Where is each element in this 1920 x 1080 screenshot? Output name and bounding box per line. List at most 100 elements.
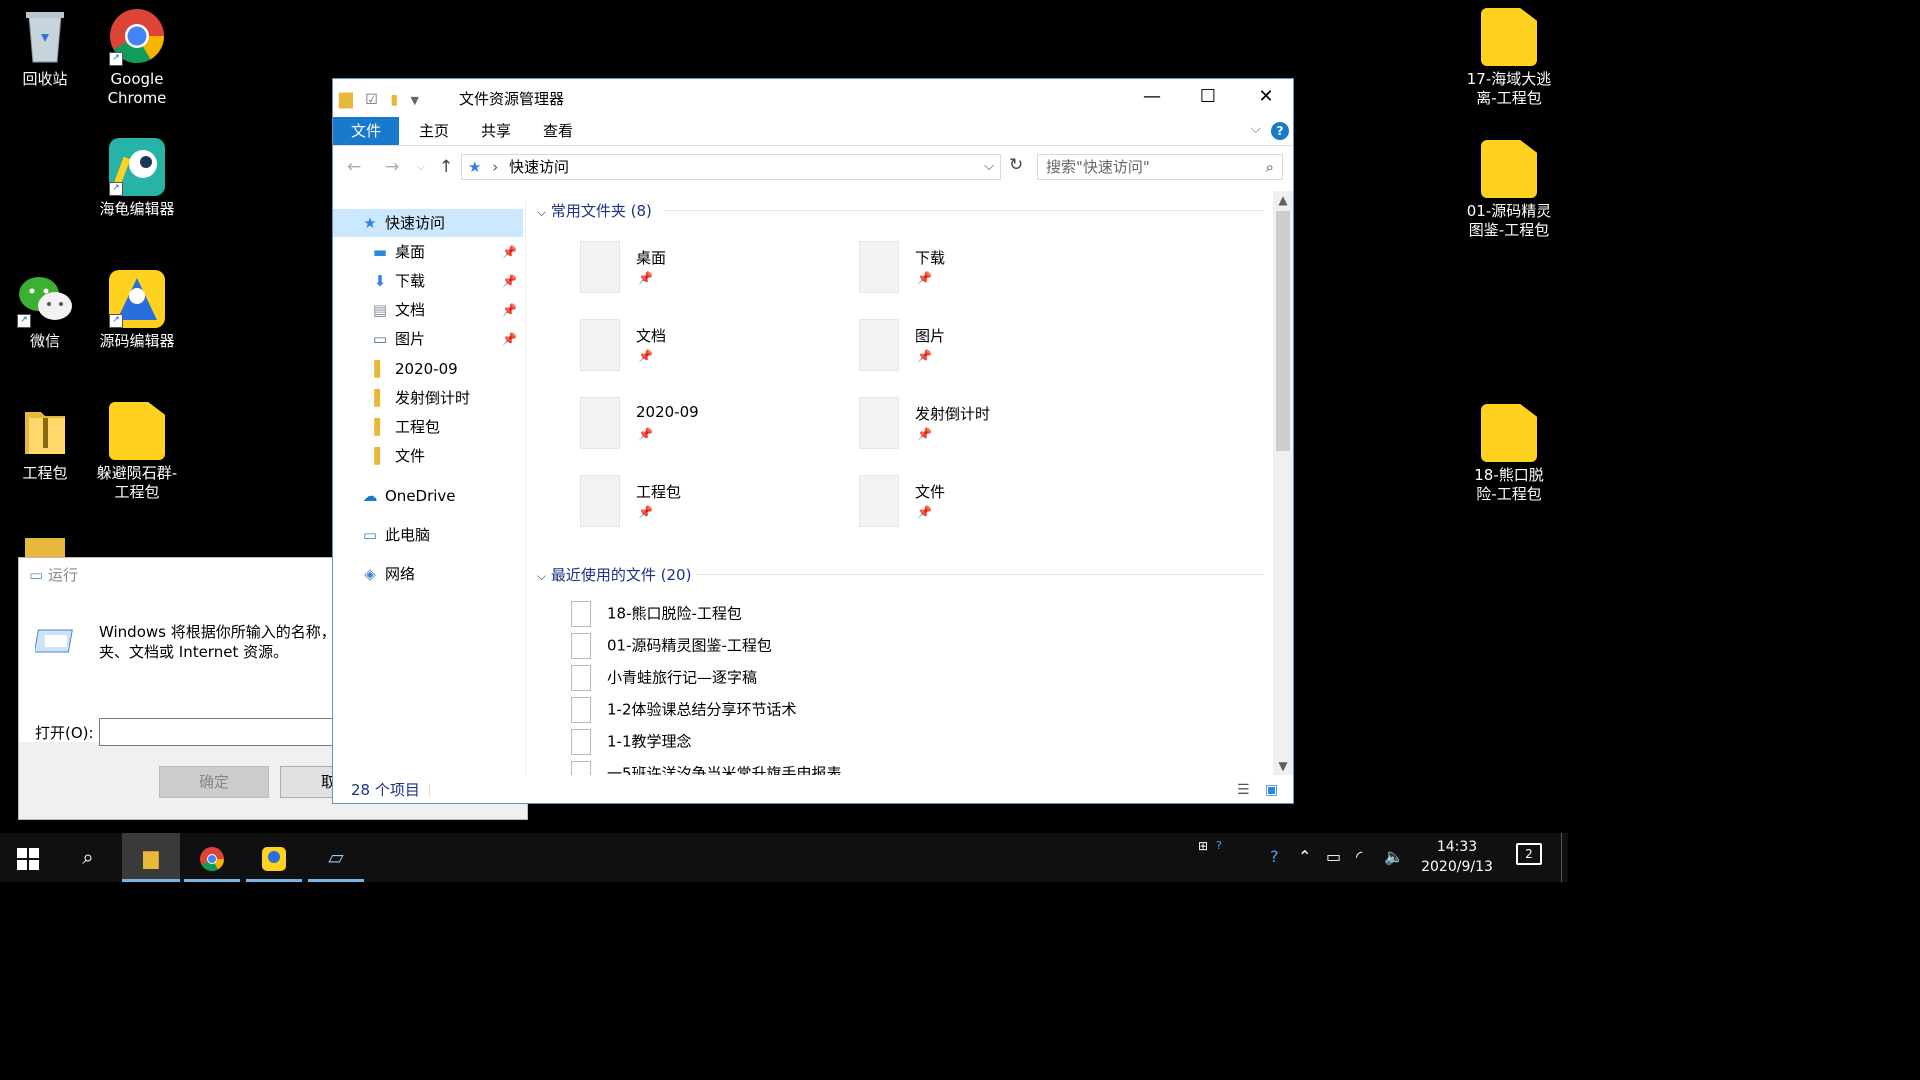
show-hidden-icons-chevron-icon[interactable]: ⌃ <box>1298 847 1311 866</box>
close-button[interactable]: ✕ <box>1237 79 1295 115</box>
taskbar-source-editor[interactable] <box>246 833 302 882</box>
scroll-up-arrow-icon[interactable]: ▲ <box>1273 193 1293 207</box>
nav-item-downloads[interactable]: ⬇ 下载 📌 <box>333 267 523 295</box>
up-arrow-icon[interactable]: ↑ <box>439 157 453 177</box>
nav-item-folder-files[interactable]: ▌ 文件 <box>333 442 523 470</box>
show-desktop-button[interactable] <box>1561 833 1568 882</box>
tile-name: 桌面 <box>636 249 667 267</box>
help-circle-icon[interactable]: ? <box>1270 847 1279 866</box>
download-icon: ⬇ <box>373 272 387 290</box>
tab-view[interactable]: 查看 <box>525 117 591 145</box>
desktop-icon-partial-folder[interactable] <box>0 538 90 558</box>
folder-icon <box>25 538 65 558</box>
group-title: 常用文件夹 (8) <box>550 202 652 220</box>
open-label: 打开(O): <box>35 724 94 742</box>
taskbar-chrome[interactable] <box>184 833 240 882</box>
forward-arrow-icon[interactable]: → <box>385 157 399 177</box>
tile-name: 文件 <box>915 483 946 501</box>
nav-item-quick-access[interactable]: ★ 快速访问 <box>333 209 523 237</box>
desktop-icon-recycle-bin[interactable]: 回收站 <box>0 8 90 89</box>
tile-name: 图片 <box>915 327 946 345</box>
vertical-scrollbar[interactable]: ▲ ▼ <box>1273 191 1293 775</box>
frequent-folder-tile[interactable]: 发射倒计时 📌 <box>859 397 1119 461</box>
refresh-icon[interactable]: ↻ <box>1009 155 1023 175</box>
scrollbar-thumb[interactable] <box>1276 211 1290 451</box>
wifi-icon[interactable]: ◜ <box>1356 847 1362 866</box>
recent-file-item[interactable]: 1-1教学理念 <box>571 729 692 759</box>
taskbar-run[interactable]: ▱ <box>308 833 364 882</box>
address-dropdown-icon[interactable]: ⌵ <box>984 155 994 179</box>
desktop-icon-turtle-editor[interactable]: ↗ 海龟编辑器 <box>92 138 182 219</box>
recent-locations-chevron-icon[interactable]: ⌵ <box>417 162 425 173</box>
recent-file-item[interactable]: 18-熊口脱险-工程包 <box>571 601 742 631</box>
desktop-icon-project-folder[interactable]: 工程包 <box>0 402 90 483</box>
input-method-icon[interactable]: ⊞ <box>1198 839 1208 853</box>
frequent-folder-tile[interactable]: 2020-09 📌 <box>580 397 840 461</box>
desktop-icon-sprite-guide-project[interactable]: 01-源码精灵图鉴-工程包 <box>1464 140 1554 240</box>
clock[interactable]: 14:33 2020/9/13 <box>1412 837 1502 877</box>
expand-ribbon-chevron-icon[interactable]: ⌵ <box>1250 121 1261 137</box>
tab-share[interactable]: 共享 <box>463 117 529 145</box>
nav-item-folder-project[interactable]: ▌ 工程包 <box>333 413 523 441</box>
pin-icon: 📌 <box>502 303 517 317</box>
folder-icon: ▌ <box>374 389 386 407</box>
recycle-bin-icon <box>17 8 73 66</box>
address-bar[interactable]: ★ › 快速访问 ⌵ <box>461 154 1001 180</box>
frequent-folder-tile[interactable]: 文件 📌 <box>859 475 1119 539</box>
tab-home[interactable]: 主页 <box>401 117 467 145</box>
large-icons-view-icon[interactable]: ▣ <box>1265 777 1278 803</box>
cancel-button[interactable]: 取 <box>280 766 340 798</box>
desktop-icon-bear-escape-project[interactable]: 18-熊口脱险-工程包 <box>1464 404 1554 504</box>
folder-icon: ▌ <box>374 447 386 465</box>
source-editor-icon <box>262 846 286 871</box>
recent-file-item[interactable]: 一5班许洋汐争当米常升旗手申报表 <box>571 761 842 775</box>
explorer-titlebar[interactable]: ▆ ☑ ▮ ▼ 文件资源管理器 — ☐ ✕ <box>333 79 1293 117</box>
customize-toolbar-chevron-icon[interactable]: ▼ <box>410 94 418 107</box>
new-folder-icon[interactable]: ▮ <box>390 92 398 108</box>
nav-item-onedrive[interactable]: ☁ OneDrive <box>333 482 523 510</box>
nav-item-folder-countdown[interactable]: ▌ 发射倒计时 <box>333 384 523 412</box>
shortcut-arrow-icon: ↗ <box>109 182 123 196</box>
star-icon: ★ <box>468 158 482 176</box>
properties-icon[interactable]: ☑ <box>365 92 378 108</box>
run-description: Windows 将根据你所输入的名称， 夹、文档或 Internet 资源。 <box>99 622 336 662</box>
notification-center-icon[interactable]: 2 <box>1516 843 1542 865</box>
search-icon[interactable]: ⌕ <box>60 833 116 882</box>
taskbar-file-explorer[interactable]: ▆ <box>122 833 180 882</box>
frequent-folder-tile[interactable]: 图片 📌 <box>859 319 1119 383</box>
frequent-folders-header[interactable]: ⌵ 常用文件夹 (8) <box>537 200 1265 221</box>
ok-button[interactable]: 确定 <box>159 766 269 798</box>
tab-file[interactable]: 文件 <box>333 117 400 145</box>
frequent-folder-tile[interactable]: 桌面 📌 <box>580 241 840 305</box>
nav-item-this-pc[interactable]: ▭ 此电脑 <box>333 521 523 549</box>
recent-file-item[interactable]: 1-2体验课总结分享环节话术 <box>571 697 797 727</box>
nav-item-folder-2020-09[interactable]: ▌ 2020-09 <box>333 355 523 383</box>
nav-item-documents[interactable]: ▤ 文档 📌 <box>333 296 523 324</box>
nav-item-pictures[interactable]: ▭ 图片 📌 <box>333 325 523 353</box>
frequent-folder-tile[interactable]: 工程包 📌 <box>580 475 840 539</box>
maximize-button[interactable]: ☐ <box>1179 79 1237 115</box>
desktop-icon-source-editor[interactable]: ↗ 源码编辑器 <box>92 270 182 351</box>
frequent-folder-tile[interactable]: 文档 📌 <box>580 319 840 383</box>
scroll-down-arrow-icon[interactable]: ▼ <box>1273 759 1293 773</box>
start-button[interactable] <box>0 833 56 882</box>
recent-files-header[interactable]: ⌵ 最近使用的文件 (20) <box>537 564 1265 585</box>
desktop-icon-sea-escape-project[interactable]: 17-海域大逃离-工程包 <box>1464 8 1554 108</box>
minimize-button[interactable]: — <box>1123 79 1181 115</box>
details-view-icon[interactable]: ☰ <box>1237 777 1250 803</box>
search-input[interactable]: 搜索"快速访问" ⌕ <box>1037 154 1283 180</box>
desktop-icon-google-chrome[interactable]: ↗ Google Chrome <box>92 8 182 108</box>
back-arrow-icon[interactable]: ← <box>347 157 361 177</box>
nav-item-desktop[interactable]: ▬ 桌面 📌 <box>333 238 523 266</box>
recent-file-item[interactable]: 01-源码精灵图鉴-工程包 <box>571 633 772 663</box>
nav-item-network[interactable]: ◈ 网络 <box>333 560 523 588</box>
help-icon[interactable]: ? <box>1271 122 1289 140</box>
desktop-icon-wechat[interactable]: ↗ 微信 <box>0 270 90 351</box>
desktop-icon-meteor-project[interactable]: 躲避陨石群-工程包 <box>92 402 182 502</box>
battery-icon[interactable]: ▭ <box>1326 847 1341 866</box>
help-tray-icon[interactable]: ? <box>1216 839 1222 852</box>
recent-file-item[interactable]: 小青蛙旅行记—逐字稿 <box>571 665 757 695</box>
volume-icon[interactable]: 🔈 <box>1384 847 1404 866</box>
run-open-input[interactable] <box>99 718 339 746</box>
frequent-folder-tile[interactable]: 下载 📌 <box>859 241 1119 305</box>
